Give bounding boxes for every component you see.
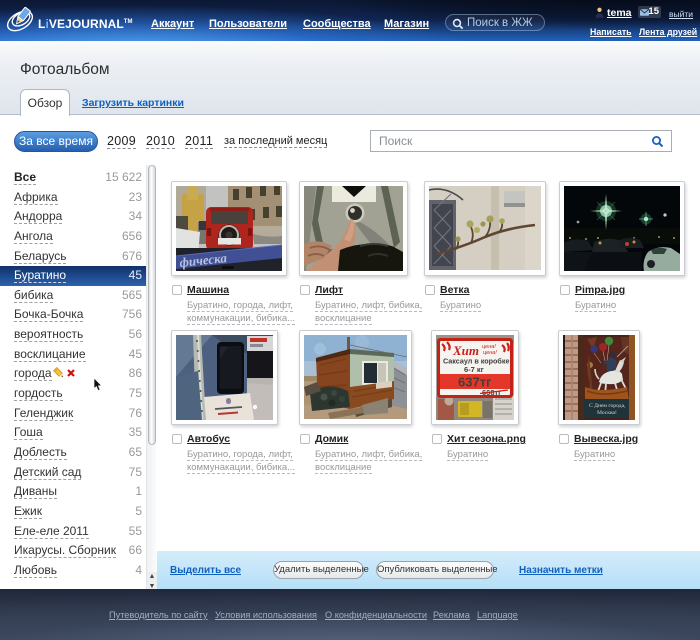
svg-text:цена!: цена! bbox=[483, 350, 497, 356]
svg-text:С Днем города,: С Днем города, bbox=[589, 403, 626, 409]
svg-text:6-7 кг: 6-7 кг bbox=[464, 365, 484, 374]
svg-text:Москва!: Москва! bbox=[597, 410, 617, 416]
